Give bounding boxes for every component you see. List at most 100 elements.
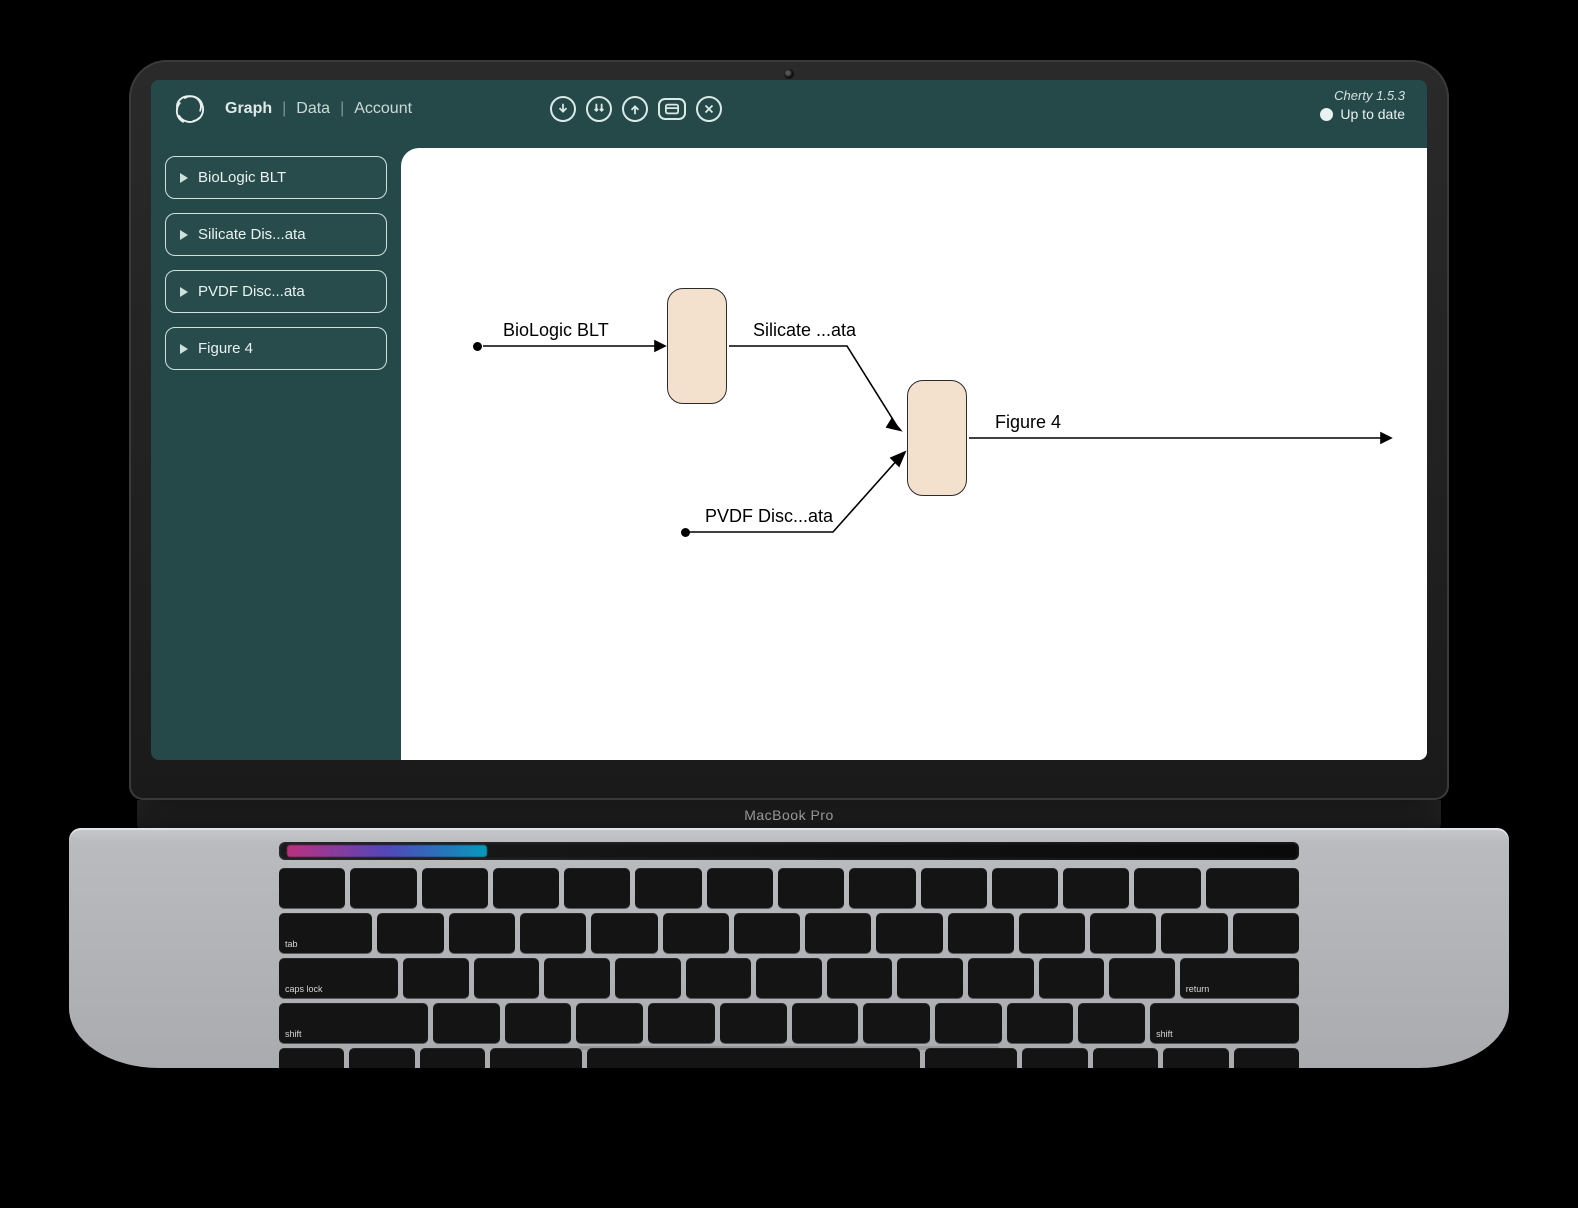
process-node-2[interactable]	[907, 380, 967, 496]
key	[433, 1003, 500, 1043]
hardware-label: MacBook Pro	[744, 807, 834, 823]
key: control	[349, 1048, 414, 1068]
edge-box2-to-output	[967, 430, 1397, 450]
card-icon[interactable]	[658, 98, 686, 120]
key	[493, 868, 559, 908]
key: fn	[279, 1048, 344, 1068]
nav-tab-graph[interactable]: Graph	[225, 100, 272, 118]
edge-biologic-to-box1	[473, 338, 673, 358]
app-window: Graph | Data | Account	[151, 80, 1427, 760]
sidebar-item-pvdf[interactable]: PVDF Disc...ata	[165, 270, 387, 313]
key	[992, 868, 1058, 908]
key: command	[925, 1048, 1017, 1068]
key	[827, 958, 893, 998]
key	[1233, 913, 1299, 953]
edge-pvdf-to-box2	[683, 446, 913, 542]
sync-dot-icon	[1320, 108, 1333, 121]
key	[720, 1003, 787, 1043]
key	[1161, 913, 1227, 953]
key	[449, 913, 515, 953]
key	[686, 958, 752, 998]
key	[520, 913, 586, 953]
key	[591, 913, 657, 953]
key	[921, 868, 987, 908]
key	[615, 958, 681, 998]
key	[1063, 868, 1129, 908]
triangle-icon	[180, 287, 188, 297]
header-status: Cherty 1.5.3 Up to date	[1320, 88, 1405, 122]
edge-box1-to-box2-top	[727, 338, 917, 448]
key	[564, 868, 630, 908]
sync-status: Up to date	[1320, 106, 1405, 122]
sidebar-item-label: BioLogic BLT	[198, 169, 286, 186]
key	[576, 1003, 643, 1043]
key: shift	[279, 1003, 428, 1043]
key	[1090, 913, 1156, 953]
camera-dot	[784, 69, 794, 79]
key	[1019, 913, 1085, 953]
process-node-1[interactable]	[667, 288, 727, 404]
key	[1093, 1048, 1158, 1068]
key-spacebar	[587, 1048, 920, 1068]
key	[1007, 1003, 1074, 1043]
key	[403, 958, 469, 998]
key	[1206, 868, 1299, 908]
triangle-icon	[180, 173, 188, 183]
laptop-frame: Graph | Data | Account	[129, 60, 1449, 1068]
key	[876, 913, 942, 953]
key	[505, 1003, 572, 1043]
touch-bar	[279, 842, 1299, 860]
app-body: BioLogic BLT Silicate Dis...ata PVDF Dis…	[151, 138, 1427, 760]
key	[849, 868, 915, 908]
key	[968, 958, 1034, 998]
key	[792, 1003, 859, 1043]
key: return	[1180, 958, 1299, 998]
sidebar-item-biologic[interactable]: BioLogic BLT	[165, 156, 387, 199]
graph-canvas[interactable]: BioLogic BLT Silicate ...ata	[401, 148, 1427, 760]
download-many-icon[interactable]	[586, 96, 612, 122]
trackpad-edge	[579, 1046, 999, 1050]
key	[805, 913, 871, 953]
key	[734, 913, 800, 953]
app-header: Graph | Data | Account	[151, 80, 1427, 138]
key: option	[420, 1048, 485, 1068]
upload-icon[interactable]	[622, 96, 648, 122]
key	[756, 958, 822, 998]
key	[279, 868, 345, 908]
sidebar-item-label: Silicate Dis...ata	[198, 226, 306, 243]
key	[663, 913, 729, 953]
keyboard: tab caps lockreturn shiftshift fncontrol…	[279, 868, 1299, 1068]
nav-tab-data[interactable]: Data	[296, 100, 330, 118]
key	[707, 868, 773, 908]
key	[422, 868, 488, 908]
key	[897, 958, 963, 998]
sidebar-item-silicate[interactable]: Silicate Dis...ata	[165, 213, 387, 256]
triangle-icon	[180, 230, 188, 240]
nav-divider: |	[340, 100, 344, 118]
key	[948, 913, 1014, 953]
sidebar-item-label: PVDF Disc...ata	[198, 283, 305, 300]
sidebar-item-figure4[interactable]: Figure 4	[165, 327, 387, 370]
key: command	[490, 1048, 582, 1068]
key	[1039, 958, 1105, 998]
key	[863, 1003, 930, 1043]
nav-tab-account[interactable]: Account	[354, 100, 412, 118]
key	[377, 913, 443, 953]
sidebar: BioLogic BLT Silicate Dis...ata PVDF Dis…	[151, 138, 401, 760]
key	[1163, 1048, 1228, 1068]
download-icon[interactable]	[550, 96, 576, 122]
key: caps lock	[279, 958, 398, 998]
key	[648, 1003, 715, 1043]
canvas-area: BioLogic BLT Silicate ...ata	[401, 138, 1427, 760]
key	[1078, 1003, 1145, 1043]
sync-status-label: Up to date	[1340, 106, 1405, 122]
triangle-icon	[180, 344, 188, 354]
key	[635, 868, 701, 908]
key	[1109, 958, 1175, 998]
key	[935, 1003, 1002, 1043]
laptop-lid: Graph | Data | Account	[129, 60, 1449, 800]
key: shift	[1150, 1003, 1299, 1043]
app-version-label: Cherty 1.5.3	[1320, 88, 1405, 103]
toolbar	[550, 96, 722, 122]
close-icon[interactable]	[696, 96, 722, 122]
